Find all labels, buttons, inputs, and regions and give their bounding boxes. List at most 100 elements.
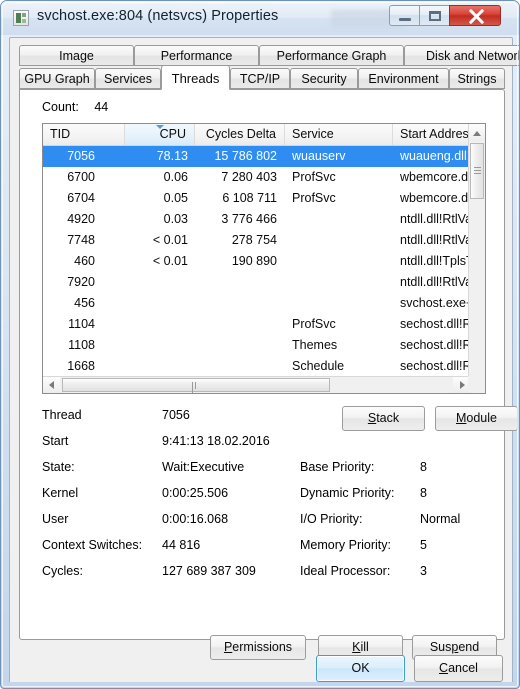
column-header-cycles-delta[interactable]: Cycles Delta <box>195 124 285 145</box>
cell-start-address: wbemcore.dl <box>400 191 470 205</box>
cell-cpu <box>125 356 188 377</box>
cell-start-address: ntdll.dll!TplsT <box>400 254 470 268</box>
detail-row-state: State: Wait:Executive Base Priority: 8 <box>42 458 486 484</box>
scroll-up-button[interactable] <box>469 124 485 141</box>
permissions-button[interactable]: Permissions <box>210 635 306 660</box>
detail-row-cycles: Cycles: 127 689 387 309 Ideal Processor:… <box>42 562 486 588</box>
tab-performance-graph[interactable]: Performance Graph <box>259 45 404 66</box>
threads-list[interactable]: TID CPU Cycles Delta Service Start Addre… <box>42 123 486 394</box>
table-row[interactable]: 460 < 0.01 190 890 ntdll.dll!TplsT <box>43 251 470 272</box>
cell-cycles-delta <box>195 356 277 377</box>
thread-details: Thread 7056 Stack Module Start 9:41:13 1… <box>42 406 518 588</box>
kernel-value: 0:00:25.506 <box>162 486 229 500</box>
table-row[interactable]: 456 svchost.exe+ <box>43 293 470 314</box>
cell-cpu: 0.06 <box>163 170 188 184</box>
cell-cpu <box>125 335 188 356</box>
tab-row-2: GPU Graph Services Threads TCP/IP Securi… <box>19 65 505 90</box>
column-header-cpu[interactable]: CPU <box>125 124 195 145</box>
cell-start-address: wuaueng.dll! <box>400 149 470 163</box>
tab-security[interactable]: Security <box>290 68 358 89</box>
thread-count-label: Count: <box>42 100 79 114</box>
cell-start-address: sechost.dll!R <box>400 359 470 373</box>
tab-strings[interactable]: Strings <box>449 68 505 89</box>
start-label: Start <box>42 434 69 448</box>
cell-start-address: svchost.exe+ <box>400 296 470 310</box>
base-priority-label: Base Priority: <box>300 460 375 474</box>
cell-tid: 7920 <box>67 275 95 289</box>
cell-start-address: sechost.dll!R <box>400 338 470 352</box>
maximize-button[interactable] <box>419 5 449 26</box>
module-button[interactable]: Module <box>435 406 518 431</box>
cell-cpu <box>125 314 188 335</box>
vertical-scroll-thumb[interactable] <box>470 143 484 199</box>
chevron-right-icon <box>459 381 465 389</box>
context-switches-value: 44 816 <box>162 538 201 552</box>
table-row[interactable]: 4920 0.03 3 776 466 ntdll.dll!RtlVa <box>43 209 470 230</box>
horizontal-scroll-thumb[interactable] <box>62 378 330 393</box>
tab-performance[interactable]: Performance <box>134 45 259 66</box>
cell-cycles-delta: 278 754 <box>231 233 277 247</box>
cell-cpu: 78.13 <box>156 149 188 163</box>
cell-tid: 6704 <box>67 191 95 205</box>
tab-services[interactable]: Services <box>95 68 161 89</box>
ideal-processor-value: 3 <box>420 564 427 578</box>
cell-start-address: ntdll.dll!RtlVa <box>400 233 470 247</box>
table-row[interactable]: 1668 Schedule sechost.dll!R <box>43 356 470 377</box>
cycles-label: Cycles: <box>42 564 83 578</box>
thread-count-value: 44 <box>94 100 109 114</box>
cell-tid: 6700 <box>67 170 95 184</box>
cell-start-address: ntdll.dll!RtlVa <box>400 212 470 226</box>
column-header-tid[interactable]: TID <box>43 124 125 145</box>
context-switches-label: Context Switches: <box>42 538 143 552</box>
cycles-value: 127 689 387 309 <box>162 564 256 578</box>
table-row[interactable]: 1104 ProfSvc sechost.dll!R <box>43 314 470 335</box>
table-row[interactable]: 7748 < 0.01 278 754 ntdll.dll!RtlVa <box>43 230 470 251</box>
cancel-button[interactable]: Cancel <box>414 655 503 682</box>
cell-service: Themes <box>292 338 338 352</box>
cell-tid: 1104 <box>68 317 95 331</box>
column-header-service[interactable]: Service <box>285 124 393 145</box>
chevron-up-icon <box>473 130 481 136</box>
cell-tid: 4920 <box>67 212 95 226</box>
scrollbar-corner <box>468 376 485 393</box>
start-value: 9:41:13 18.02.2016 <box>162 434 270 448</box>
vertical-scrollbar[interactable] <box>468 124 485 393</box>
stack-button[interactable]: Stack <box>342 406 425 431</box>
detail-row-thread: Thread 7056 Stack Module <box>42 406 518 432</box>
application-icon <box>13 10 29 26</box>
dynamic-priority-value: 8 <box>420 486 427 500</box>
tab-tcp-ip[interactable]: TCP/IP <box>230 68 290 89</box>
close-button[interactable] <box>449 5 501 26</box>
table-row[interactable]: 6704 0.05 6 108 711 ProfSvc wbemcore.dl <box>43 188 470 209</box>
detail-row-context-switches: Context Switches: 44 816 Memory Priority… <box>42 536 486 562</box>
table-row[interactable]: 1108 Themes sechost.dll!R <box>43 335 470 356</box>
memory-priority-value: 5 <box>420 538 427 552</box>
threads-tab-panel: Count: 44 TID CPU Cycles Delta Service S… <box>19 89 518 640</box>
tab-disk-and-network[interactable]: Disk and Network <box>404 45 519 66</box>
tab-gpu-graph[interactable]: GPU Graph <box>19 68 95 89</box>
cell-tid: 1668 <box>67 359 95 373</box>
cell-service <box>285 209 391 230</box>
tab-environment[interactable]: Environment <box>358 68 449 89</box>
table-row[interactable]: 6700 0.06 7 280 403 ProfSvc wbemcore.dl <box>43 167 470 188</box>
threads-list-header: TID CPU Cycles Delta Service Start Addre… <box>43 124 485 146</box>
cell-tid: 456 <box>74 296 95 310</box>
threads-list-body: 7056 78.13 15 786 802 wuauserv wuaueng.d… <box>43 146 470 377</box>
cell-cpu <box>125 293 188 314</box>
horizontal-scrollbar[interactable] <box>43 376 470 393</box>
cell-service: ProfSvc <box>292 191 336 205</box>
thread-count: Count: 44 <box>42 100 108 114</box>
cell-cycles-delta <box>195 293 277 314</box>
ok-button[interactable]: OK <box>316 655 405 682</box>
cell-service <box>285 272 391 293</box>
window-title: svchost.exe:804 (netsvcs) Properties <box>37 8 279 24</box>
cell-start-address: ntdll.dll!RtlVa <box>400 275 470 289</box>
title-bar[interactable]: svchost.exe:804 (netsvcs) Properties <box>1 1 519 35</box>
table-row[interactable]: 7920 ntdll.dll!RtlVa <box>43 272 470 293</box>
tab-threads[interactable]: Threads <box>161 65 230 90</box>
table-row[interactable]: 7056 78.13 15 786 802 wuauserv wuaueng.d… <box>43 146 470 167</box>
tab-image[interactable]: Image <box>19 45 134 66</box>
chevron-left-icon <box>48 381 54 389</box>
scroll-left-button[interactable] <box>43 377 60 393</box>
minimize-button[interactable] <box>389 5 419 26</box>
